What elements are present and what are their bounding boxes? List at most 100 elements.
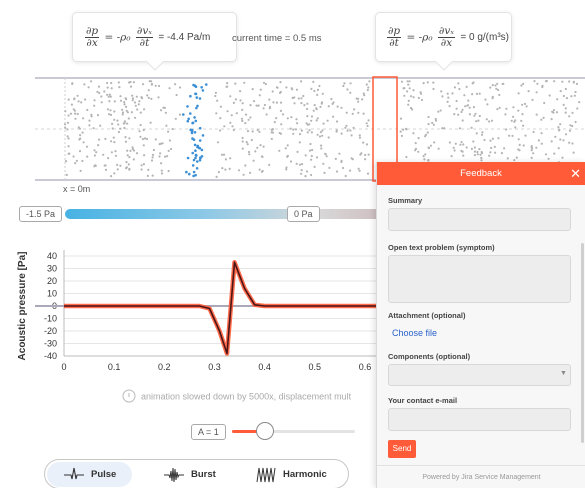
particle xyxy=(570,95,573,98)
particle xyxy=(88,119,91,122)
particle xyxy=(510,119,513,122)
particle xyxy=(241,119,244,123)
close-icon[interactable]: ✕ xyxy=(570,162,581,185)
particle xyxy=(111,122,114,125)
send-button[interactable]: Send xyxy=(388,440,416,458)
feedback-title: Feedback xyxy=(460,168,502,179)
particle xyxy=(160,169,163,172)
feedback-footer: Powered by Jira Service Management xyxy=(377,465,585,488)
particle xyxy=(300,172,303,175)
particle xyxy=(234,98,237,101)
particle xyxy=(66,135,69,138)
particle xyxy=(306,107,309,111)
particle xyxy=(552,109,556,112)
particle-highlighted xyxy=(193,116,196,119)
particle xyxy=(286,117,289,120)
particle xyxy=(476,150,479,154)
particle xyxy=(521,113,524,116)
particle xyxy=(82,117,85,120)
chevron-down-icon[interactable]: ▼ xyxy=(560,370,567,377)
particle xyxy=(561,80,564,83)
particle xyxy=(149,121,152,124)
particle xyxy=(352,126,355,129)
mode-harmonic-label: Harmonic xyxy=(283,469,327,480)
particle xyxy=(214,94,217,98)
particle-highlighted xyxy=(196,145,200,148)
particle xyxy=(217,171,220,174)
feedback-scrollbar-thumb[interactable] xyxy=(581,243,584,443)
particle xyxy=(448,141,451,144)
amplitude-slider-thumb[interactable] xyxy=(256,422,274,440)
particle xyxy=(541,84,544,87)
particle xyxy=(532,152,535,155)
particle xyxy=(332,115,335,118)
particle xyxy=(139,111,142,114)
choose-file-button[interactable]: Choose file xyxy=(392,328,437,338)
particle-highlighted xyxy=(198,97,202,100)
particle xyxy=(109,113,113,116)
particle xyxy=(67,114,70,117)
particle xyxy=(441,127,444,130)
particle xyxy=(322,162,325,165)
components-label: Components (optional) xyxy=(388,352,471,361)
particle xyxy=(489,151,492,154)
particle xyxy=(481,131,484,134)
particle xyxy=(537,139,541,142)
particle xyxy=(568,80,571,83)
particle xyxy=(427,115,430,119)
particle xyxy=(452,146,455,149)
mode-selector: Pulse Burst Harmonic xyxy=(44,459,349,488)
particle xyxy=(262,81,266,84)
particle xyxy=(126,122,129,125)
particle xyxy=(559,90,562,93)
email-input[interactable] xyxy=(388,408,571,431)
particle xyxy=(316,88,320,91)
particle xyxy=(132,81,135,84)
particle xyxy=(477,119,480,122)
particle xyxy=(100,101,103,104)
particle xyxy=(453,113,456,116)
feedback-scrollbar[interactable] xyxy=(581,185,585,465)
animation-note-text: animation slowed down by 5000x, displace… xyxy=(141,391,352,402)
email-label: Your contact e-mail xyxy=(388,396,458,405)
particle xyxy=(310,87,313,90)
particle xyxy=(366,172,370,175)
particle xyxy=(407,103,410,106)
particle xyxy=(278,131,281,135)
particle xyxy=(221,167,224,170)
components-select[interactable] xyxy=(388,364,571,386)
particle xyxy=(332,101,335,104)
pressure-min-label: -1.5 Pa xyxy=(19,206,63,222)
particle xyxy=(160,162,163,165)
particle-highlighted xyxy=(185,170,188,174)
particle xyxy=(522,144,525,147)
particle xyxy=(489,86,492,89)
particle xyxy=(131,99,134,102)
summary-input[interactable] xyxy=(388,208,571,231)
particle xyxy=(142,128,145,132)
x-tick-label: 0.1 xyxy=(108,362,121,372)
mode-pulse-button[interactable]: Pulse xyxy=(47,462,133,487)
particle xyxy=(250,138,253,142)
particle xyxy=(310,115,314,118)
particle xyxy=(308,149,312,152)
problem-textarea[interactable] xyxy=(388,255,571,303)
particle xyxy=(300,80,303,83)
particle xyxy=(496,82,499,85)
particle xyxy=(137,103,140,106)
particle xyxy=(320,101,324,104)
particle xyxy=(96,90,99,93)
mode-burst-button[interactable]: Burst xyxy=(163,462,216,487)
particle xyxy=(264,83,267,86)
particle xyxy=(147,168,150,171)
amplitude-slider-track[interactable] xyxy=(232,430,355,433)
particle xyxy=(562,139,565,142)
mode-harmonic-button[interactable]: Harmonic xyxy=(255,462,327,487)
particle xyxy=(471,93,474,96)
particle xyxy=(321,129,324,132)
particle xyxy=(358,136,362,139)
particle xyxy=(328,166,331,169)
current-time: current time = 0.5 ms xyxy=(232,33,322,44)
particle xyxy=(358,169,361,172)
particle xyxy=(241,140,244,143)
